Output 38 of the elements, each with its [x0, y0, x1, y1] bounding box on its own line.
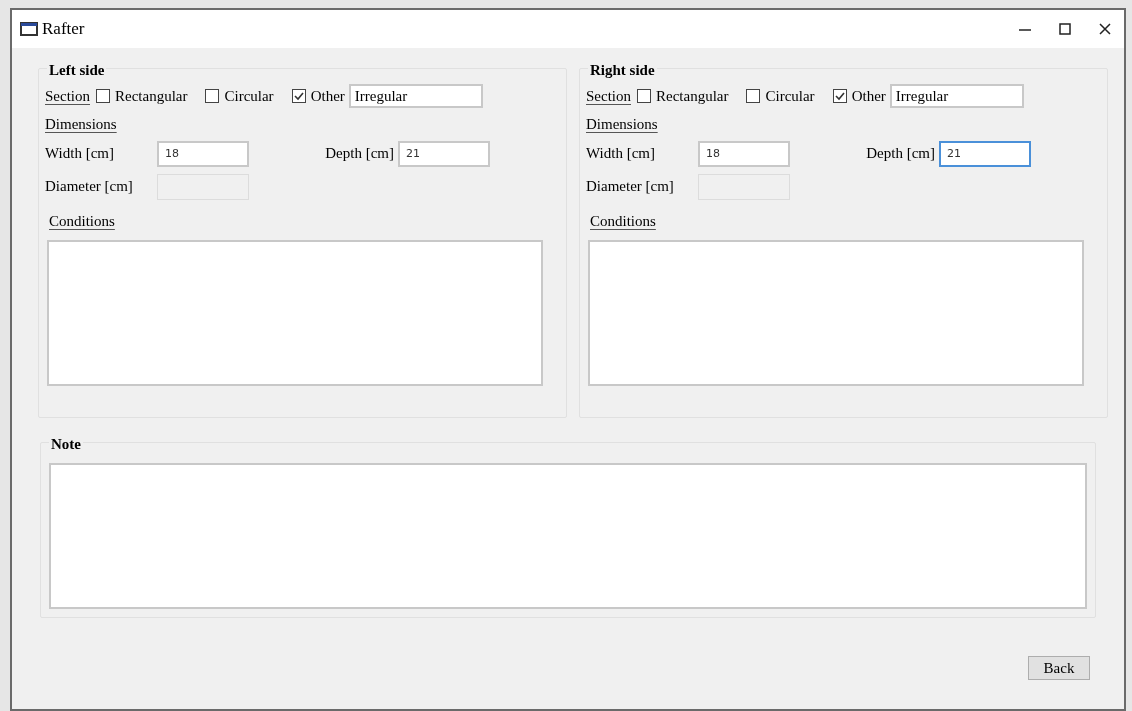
depth-field[interactable]: 21 — [398, 140, 490, 167]
field-label: Width [cm] — [45, 144, 115, 164]
close-icon[interactable] — [1098, 22, 1112, 36]
checkbox[interactable] — [205, 89, 220, 103]
depth-field[interactable]: 21 — [939, 140, 1031, 167]
checkbox[interactable] — [637, 89, 651, 103]
conditions-field[interactable] — [47, 240, 543, 386]
checkbox-label: Other — [310, 86, 345, 106]
note-field[interactable] — [49, 463, 1087, 609]
checkbox[interactable] — [291, 89, 306, 103]
checkbox-label: Circular — [765, 86, 815, 106]
checkbox[interactable] — [96, 89, 110, 103]
field-label: Diameter [cm] — [45, 177, 134, 197]
back-button[interactable]: Back — [1028, 656, 1090, 680]
checkbox[interactable] — [832, 89, 847, 103]
field-label: Depth [cm] — [866, 144, 935, 164]
width-field[interactable]: 18 — [157, 140, 249, 167]
other-field[interactable]: Irregular — [348, 84, 483, 108]
checkbox-label: Circular — [224, 86, 274, 106]
conditions-label: Conditions — [49, 211, 115, 231]
conditions-field[interactable] — [588, 240, 1084, 386]
section-label: Section — [45, 86, 90, 106]
maximize-icon[interactable] — [1058, 22, 1072, 36]
dimensions-label: Dimensions — [586, 115, 658, 134]
checkbox-label: Other — [851, 86, 886, 106]
field-label: Width [cm] — [586, 144, 656, 164]
checkbox[interactable] — [746, 89, 761, 103]
section-label: Section — [586, 86, 631, 106]
other-field[interactable]: Irregular — [889, 84, 1024, 108]
field-label: Diameter [cm] — [586, 177, 675, 197]
field-label: Depth [cm] — [325, 144, 394, 164]
window-title: Rafter — [42, 18, 85, 41]
checkbox-label: Rectangular — [656, 86, 729, 106]
dimensions-label: Dimensions — [45, 115, 117, 134]
window-icon — [20, 22, 38, 36]
conditions-label: Conditions — [590, 211, 656, 231]
width-field[interactable]: 18 — [698, 140, 790, 167]
checkbox-label: Rectangular — [115, 86, 188, 106]
